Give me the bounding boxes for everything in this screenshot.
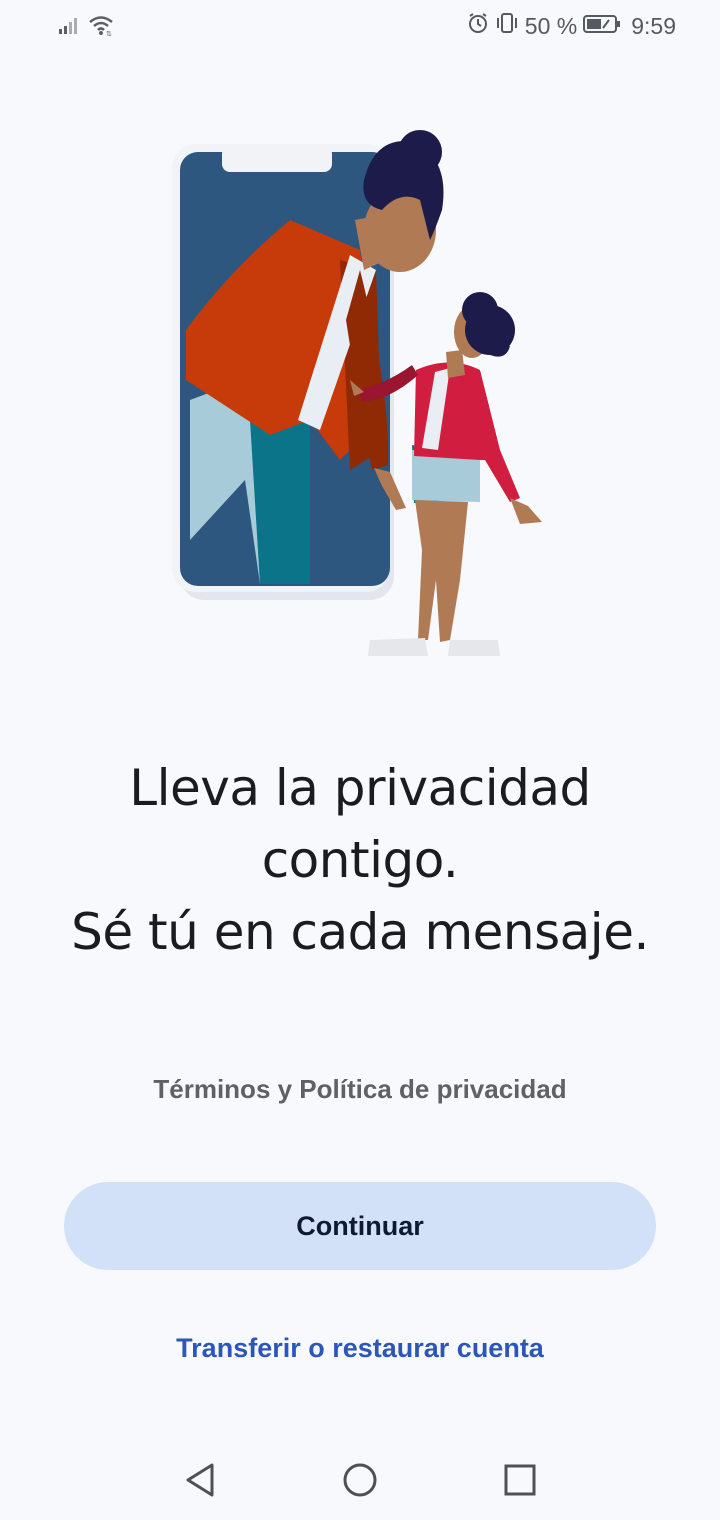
welcome-illustration xyxy=(150,120,570,680)
headline-line: Sé tú en cada mensaje. xyxy=(71,903,649,961)
home-icon[interactable] xyxy=(338,1458,382,1502)
status-bar: ⇅ 50 % 9:59 xyxy=(0,0,720,56)
welcome-screen: ⇅ 50 % 9:59 Lleva la privacidad contigo.… xyxy=(0,0,720,1520)
vibrate-icon xyxy=(495,12,519,40)
battery-icon xyxy=(583,13,621,40)
clock: 9:59 xyxy=(631,12,676,39)
wifi-icon: ⇅ xyxy=(88,14,114,41)
alarm-icon xyxy=(467,12,489,40)
battery-percent: 50 % xyxy=(524,12,578,39)
welcome-headline: Lleva la privacidad contigo. Sé tú en ca… xyxy=(0,752,720,968)
headline-line: Lleva la privacidad xyxy=(129,759,591,817)
signal-icon xyxy=(58,14,80,41)
terms-privacy-link[interactable]: Términos y Política de privacidad xyxy=(0,1074,720,1105)
back-icon[interactable] xyxy=(178,1458,222,1502)
system-navigation-bar xyxy=(0,1440,720,1520)
continue-button[interactable]: Continuar xyxy=(64,1182,656,1270)
recents-icon[interactable] xyxy=(498,1458,542,1502)
transfer-restore-account-link[interactable]: Transferir o restaurar cuenta xyxy=(0,1333,720,1364)
svg-text:⇅: ⇅ xyxy=(106,31,112,36)
headline-line: contigo. xyxy=(261,831,459,889)
